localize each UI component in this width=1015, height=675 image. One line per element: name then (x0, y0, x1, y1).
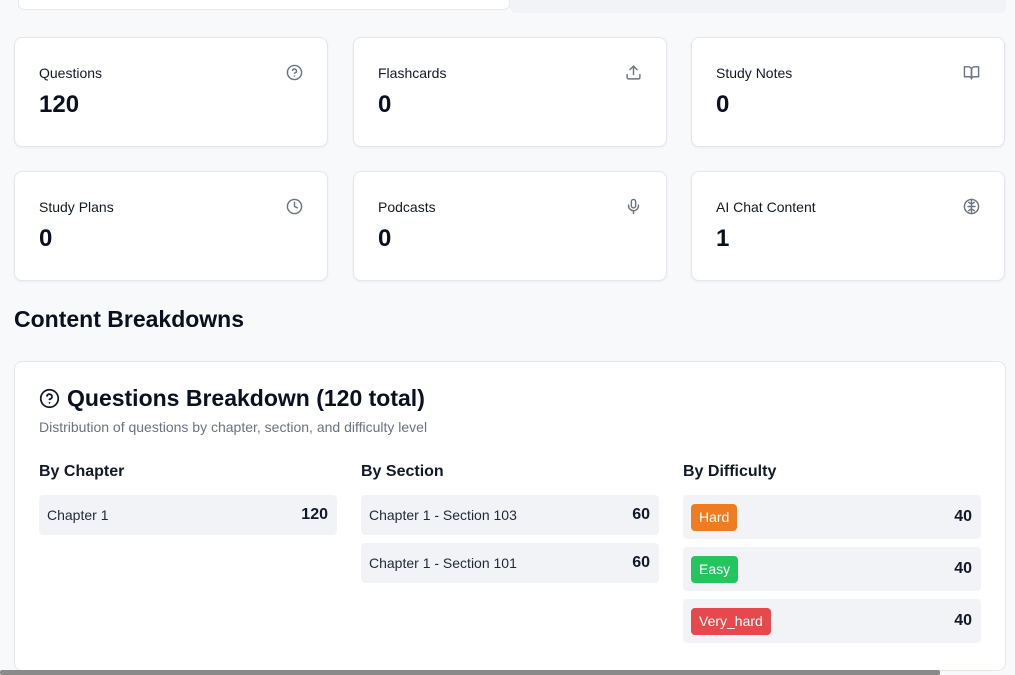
stat-title: AI Chat Content (716, 199, 816, 215)
row-count: 40 (954, 508, 972, 525)
column-heading: By Chapter (39, 463, 125, 480)
stat-title: Questions (39, 65, 103, 81)
stat-value: 0 (378, 91, 392, 118)
stat-value: 1 (716, 225, 730, 252)
stat-card-flashcards[interactable]: Flashcards 0 (353, 37, 667, 147)
section-heading: Content Breakdowns (14, 306, 245, 332)
by-difficulty-column: By Difficulty Hard 40 Easy 40 Very_hard … (683, 463, 981, 643)
stat-card-study-plans[interactable]: Study Plans 0 (14, 171, 328, 281)
microphone-icon (625, 198, 642, 215)
stat-card-questions[interactable]: Questions 120 (14, 37, 328, 147)
question-circle-icon (39, 388, 60, 409)
row-count: 40 (954, 612, 972, 629)
question-circle-icon (286, 64, 303, 81)
column-heading: By Section (361, 463, 444, 480)
questions-breakdown-card: Questions Breakdown (120 total) Distribu… (14, 361, 1006, 671)
stat-card-ai-chat-content[interactable]: AI Chat Content 1 (691, 171, 1005, 281)
by-section-column: By Section Chapter 1 - Section 103 60 Ch… (361, 463, 659, 583)
breakdown-title-row: Questions Breakdown (120 total) (39, 385, 425, 412)
stat-title: Podcasts (378, 199, 436, 215)
row-label: Chapter 1 - Section 101 (369, 555, 517, 571)
stat-value: 0 (39, 225, 53, 252)
row-count: 120 (301, 506, 328, 523)
brain-icon (963, 198, 980, 215)
list-item: Chapter 1 120 (39, 495, 337, 535)
stat-title: Study Notes (716, 65, 793, 81)
row-label: Chapter 1 (47, 507, 109, 523)
list-item: Very_hard 40 (683, 599, 981, 643)
difficulty-badge: Very_hard (691, 607, 771, 635)
row-label: Chapter 1 - Section 103 (369, 507, 517, 523)
book-open-icon (963, 64, 980, 81)
stat-card-study-notes[interactable]: Study Notes 0 (691, 37, 1005, 147)
breakdown-title: Questions Breakdown (120 total) (67, 385, 425, 411)
row-count: 60 (632, 506, 650, 523)
horizontal-scrollbar[interactable] (0, 670, 940, 675)
list-item: Chapter 1 - Section 103 60 (361, 495, 659, 535)
row-count: 40 (954, 560, 972, 577)
stat-value: 120 (39, 91, 80, 118)
difficulty-badge: Easy (691, 555, 739, 583)
list-item: Chapter 1 - Section 101 60 (361, 543, 659, 583)
row-count: 60 (632, 554, 650, 571)
stat-value: 0 (716, 91, 730, 118)
top-panel (18, 0, 510, 10)
stat-title: Flashcards (378, 65, 447, 81)
stat-value: 0 (378, 225, 392, 252)
difficulty-badge: Hard (691, 503, 738, 531)
column-heading: By Difficulty (683, 463, 777, 480)
list-item: Easy 40 (683, 547, 981, 591)
clock-icon (286, 198, 303, 215)
stat-title: Study Plans (39, 199, 114, 215)
list-item: Hard 40 (683, 495, 981, 539)
top-panel-right (510, 0, 1006, 13)
by-chapter-column: By Chapter Chapter 1 120 (39, 463, 337, 535)
breakdown-subtitle: Distribution of questions by chapter, se… (39, 419, 428, 435)
stat-card-podcasts[interactable]: Podcasts 0 (353, 171, 667, 281)
upload-icon (625, 64, 642, 81)
